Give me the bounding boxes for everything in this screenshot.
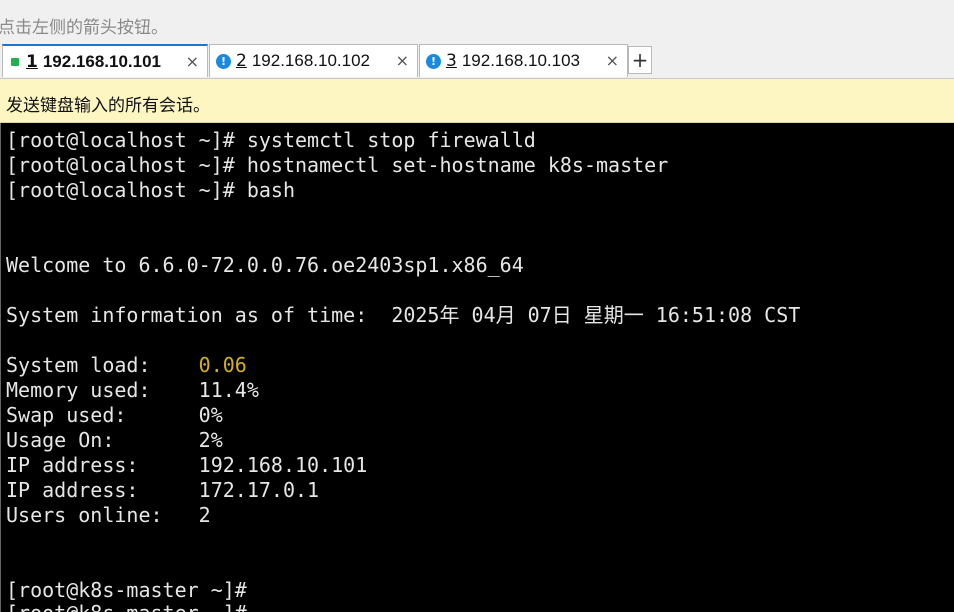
tab-session-1[interactable]: 1 192.168.10.101 × [2,44,208,77]
tab-number: 2 [236,51,247,71]
tab-strip: 1 192.168.10.101 × ! 2 192.168.10.102 × … [0,44,954,79]
close-icon[interactable]: × [396,51,409,70]
command: hostnamectl set-hostname k8s-master [246,153,669,177]
stat-value: 2 [198,503,211,527]
stat-label: IP address: [6,478,199,502]
stat-value: 0% [198,403,223,427]
tab-label: 192.168.10.103 [461,51,580,70]
warning-icon: ! [216,53,231,69]
terminal-line: [root@localhost ~]# bash [6,178,295,203]
stat-line: Memory used: 11.4% [6,378,259,403]
stat-label: System load: [6,353,199,377]
close-icon[interactable]: × [606,51,619,70]
tab-number: 1 [26,51,38,72]
stat-label: Swap used: [6,403,199,427]
welcome-line: Welcome to 6.6.0-72.0.0.76.oe2403sp1.x86… [6,253,524,277]
terminal-line: [root@k8s-master ~]# [6,601,247,612]
stat-line: Swap used: 0% [6,403,223,428]
broadcast-text: 发送键盘输入的所有会话。 [6,96,210,116]
connected-status-icon [11,57,19,66]
tab-session-2[interactable]: ! 2 192.168.10.102 × [209,44,418,77]
command: systemctl stop firewalld [246,128,536,152]
add-tab-button[interactable]: + [628,46,652,74]
hint-text: 点击左侧的箭头按钮。 [0,18,168,38]
sysinfo-line: System information as of time: 2025年 04月… [6,303,801,327]
stat-line: System load: 0.06 [6,353,247,378]
prompt: [root@localhost ~]# [6,178,235,202]
stat-line: Usage On: 2% [6,428,223,453]
terminal-output[interactable]: [root@localhost ~]# systemctl stop firew… [0,123,954,612]
stat-line: IP address: 192.168.10.101 [6,453,367,478]
prompt: [root@localhost ~]# [6,153,235,177]
tab-label: 192.168.10.101 [42,51,162,71]
broadcast-bar: 发送键盘输入的所有会话。 [0,79,954,123]
terminal-line: [root@localhost ~]# hostnamectl set-host… [6,153,668,178]
stat-value: 172.17.0.1 [198,478,320,502]
stat-line: IP address: 172.17.0.1 [6,478,319,503]
command: bash [246,178,295,202]
prompt: [root@k8s-master ~]# [6,578,247,602]
stat-line: Users online: 2 [6,503,211,528]
stat-value: 192.168.10.101 [198,453,368,477]
stat-label: IP address: [6,453,199,477]
tab-session-3[interactable]: ! 3 192.168.10.103 × [419,44,628,77]
terminal-line: [root@k8s-master ~]# [6,578,247,603]
close-icon[interactable]: × [186,52,199,71]
stat-value: 11.4% [198,378,259,402]
window-border [0,123,1,612]
terminal-line: [root@localhost ~]# systemctl stop firew… [6,128,536,153]
stat-label: Usage On: [6,428,199,452]
tab-label: 192.168.10.102 [251,51,370,70]
stat-label: Memory used: [6,378,199,402]
stat-label: Users online: [6,503,199,527]
hint-bar: 点击左侧的箭头按钮。 [0,0,954,44]
stat-value: 0.06 [198,353,247,377]
stat-value: 2% [198,428,223,452]
tab-number: 3 [446,51,457,71]
prompt: [root@k8s-master ~]# [6,601,247,612]
prompt: [root@localhost ~]# [6,128,235,152]
warning-icon: ! [426,53,441,69]
